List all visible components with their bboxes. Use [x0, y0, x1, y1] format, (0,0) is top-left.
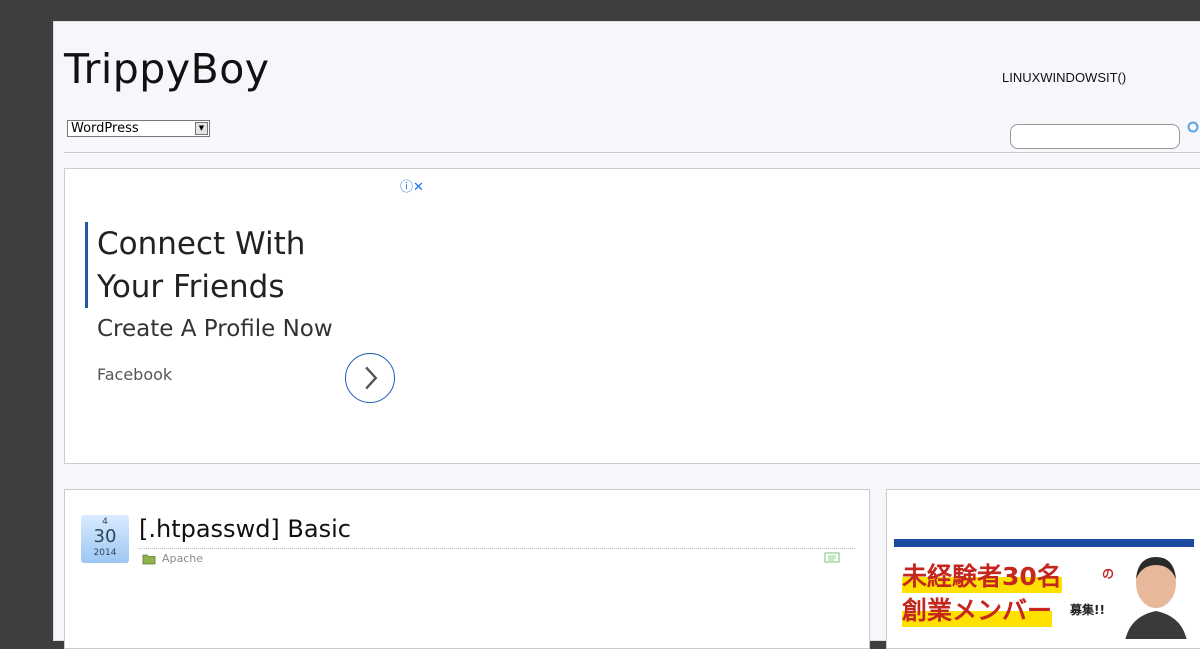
post-title-divider: [139, 548, 855, 549]
site-nav-text[interactable]: LINUXWINDOWSIT(): [1002, 70, 1126, 85]
window-top-bar: [54, 0, 1200, 20]
header-divider: [64, 152, 1200, 153]
banner-line1-suffix: の: [1102, 567, 1115, 581]
date-day: 30: [93, 526, 117, 547]
page-container: TrippyBoy LINUXWINDOWSIT() WordPress ▼ ⓘ…: [53, 21, 1200, 649]
ad-subheadline[interactable]: Create A Profile Now: [97, 316, 333, 342]
search-icon[interactable]: [1187, 121, 1200, 135]
ad-source[interactable]: Facebook: [97, 365, 172, 384]
category-select-value: WordPress: [71, 121, 139, 136]
category-select[interactable]: WordPress ▼: [67, 120, 210, 137]
ad-banner[interactable]: ⓘ✕ Connect With Your Friends Create A Pr…: [64, 168, 1200, 464]
chevron-down-icon[interactable]: ▼: [195, 122, 208, 135]
date-badge: 4 30 2014: [81, 515, 129, 563]
folder-icon: [142, 554, 156, 565]
comment-icon[interactable]: [824, 552, 840, 565]
ad-headline-line2: Your Friends: [97, 269, 285, 305]
post-title[interactable]: [.htpasswd] Basic: [139, 515, 351, 543]
person-photo-icon: [1125, 557, 1187, 639]
post-card: 4 30 2014 [.htpasswd] Basic Apache: [64, 489, 870, 649]
banner-line2-suffix: 募集!!: [1070, 603, 1105, 617]
sidebar-recruit-banner[interactable]: 未経験者30名 の 創業メンバー 募集!!: [894, 539, 1194, 639]
ad-headline[interactable]: Connect With Your Friends: [97, 223, 417, 309]
search-input[interactable]: [1010, 124, 1180, 149]
banner-line2: 創業メンバー: [902, 591, 1053, 627]
ad-accent-bar: [85, 222, 88, 308]
ad-headline-line1: Connect With: [97, 226, 306, 262]
date-year: 2014: [93, 548, 117, 558]
ad-close-icon[interactable]: ⓘ✕: [400, 176, 424, 195]
post-category-link[interactable]: Apache: [162, 552, 203, 565]
banner-line1: 未経験者30名: [902, 557, 1062, 593]
ad-next-arrow-icon[interactable]: [345, 353, 395, 403]
site-title[interactable]: TrippyBoy: [64, 45, 270, 93]
